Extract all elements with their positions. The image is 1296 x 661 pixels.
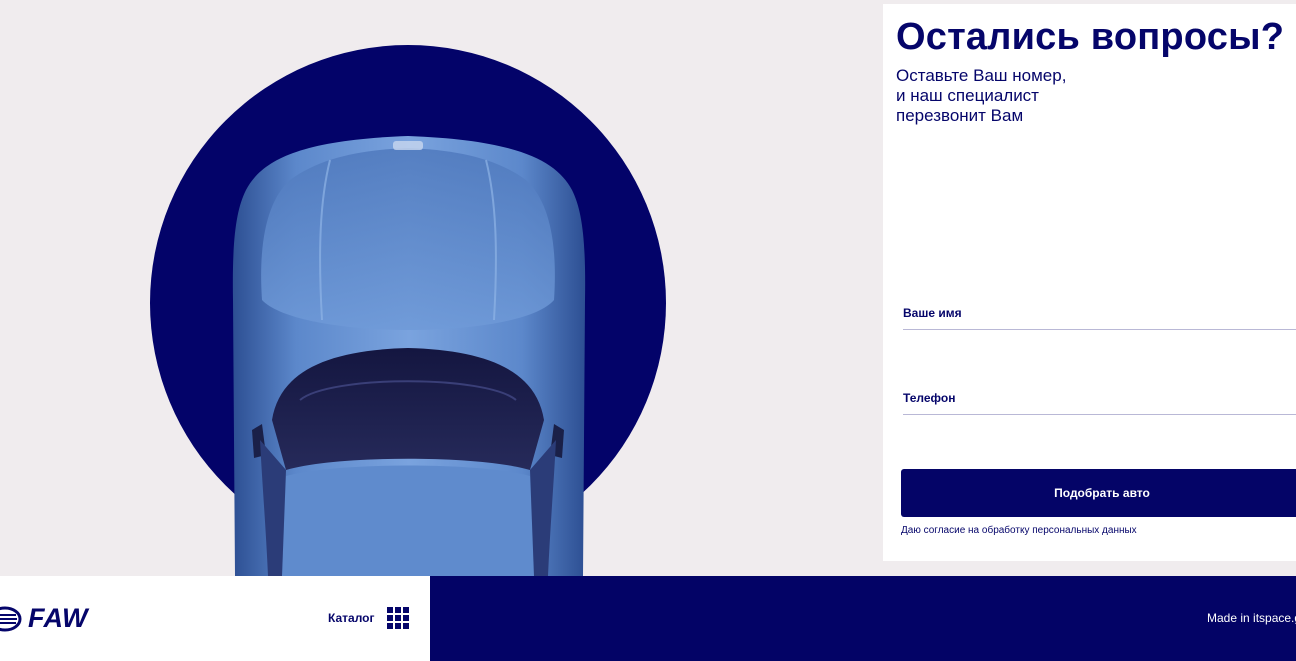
faw-emblem-icon <box>0 606 22 631</box>
form-subtitle-line: Оставьте Ваш номер, <box>896 66 1067 85</box>
brand-wordmark: FAW <box>28 603 88 633</box>
grid-icon[interactable] <box>387 607 409 629</box>
catalog-link[interactable]: Каталог <box>328 611 375 625</box>
form-title: Остались вопросы? <box>896 16 1285 58</box>
form-subtitle: Оставьте Ваш номер, и наш специалист пер… <box>896 66 1156 126</box>
form-subtitle-line: перезвонит Вам <box>896 106 1024 125</box>
phone-field-wrapper <box>903 381 1296 415</box>
brand-logo[interactable]: FAW <box>0 603 88 634</box>
footer-right <box>430 576 1296 661</box>
submit-button[interactable]: Подобрать авто <box>901 469 1296 517</box>
form-subtitle-line: и наш специалист <box>896 86 1039 105</box>
name-input[interactable] <box>903 296 1296 329</box>
callback-form: Остались вопросы? Оставьте Ваш номер, и … <box>883 4 1296 561</box>
phone-input[interactable] <box>903 381 1296 414</box>
name-field-wrapper <box>903 296 1296 330</box>
made-in-credit[interactable]: Made in itspace.g <box>1207 611 1296 625</box>
consent-text[interactable]: Даю согласие на обработку персональных д… <box>901 525 1137 536</box>
